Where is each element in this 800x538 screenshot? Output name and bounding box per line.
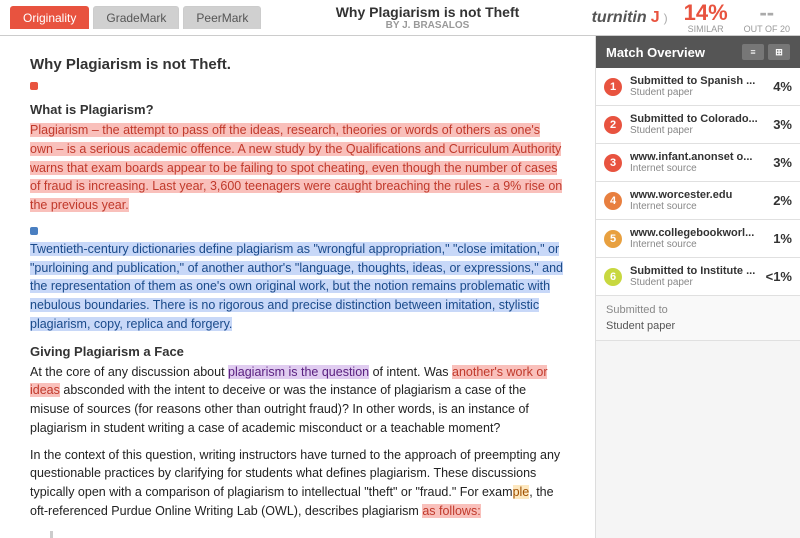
list-view-icon[interactable]: ≡ — [742, 44, 764, 60]
match-source-6: Submitted to Institute ... — [630, 265, 760, 277]
match-type-4: Internet source — [630, 201, 767, 212]
sidebar-header: Match Overview ≡ ⊞ — [596, 36, 800, 68]
match-num-5: 5 — [604, 230, 622, 248]
sidebar-title: Match Overview — [606, 45, 705, 60]
match-type-2: Student paper — [630, 125, 767, 136]
match-info-2: Submitted to Colorado... Student paper — [630, 113, 767, 136]
section-heading-face: Giving Plagiarism a Face — [30, 344, 565, 359]
submitted-to-value: Student paper — [606, 320, 790, 332]
match-num-4: 4 — [604, 192, 622, 210]
sidebar: Match Overview ≡ ⊞ 1 Submitted to Spanis… — [595, 36, 800, 538]
tab-grademark[interactable]: GradeMark — [93, 6, 179, 29]
para-3: At the core of any discussion about plag… — [30, 363, 565, 438]
match-num-1: 1 — [604, 78, 622, 96]
tab-peermark[interactable]: PeerMark — [183, 6, 261, 29]
match-num-3: 3 — [604, 154, 622, 172]
tab-originality[interactable]: Originality — [10, 6, 89, 29]
match-type-3: Internet source — [630, 163, 767, 174]
para-1: Plagiarism – the attempt to pass off the… — [30, 121, 565, 215]
section-heading-plagiarism: What is Plagiarism? — [30, 102, 565, 117]
para-4: In the context of this question, writing… — [30, 446, 565, 521]
highlight-example: ple — [513, 485, 530, 499]
match-pct-2: 3% — [773, 117, 792, 132]
match-source-3: www.infant.anonset o... — [630, 151, 767, 163]
match-source-1: Submitted to Spanish ... — [630, 75, 767, 87]
marker-1 — [30, 82, 38, 90]
turnitin-logo: turnitin — [592, 9, 647, 27]
document-pane: Why Plagiarism is not Theft. What is Pla… — [0, 36, 595, 538]
match-item-3[interactable]: 3 www.infant.anonset o... Internet sourc… — [596, 144, 800, 182]
highlight-para1-start: Plagiarism – the attempt to pass off the… — [30, 123, 562, 212]
match-pct-3: 3% — [773, 155, 792, 170]
match-source-2: Submitted to Colorado... — [630, 113, 767, 125]
match-info-6: Submitted to Institute ... Student paper — [630, 265, 760, 288]
similarity-score: 14% — [684, 2, 728, 24]
grid-view-icon[interactable]: ⊞ — [768, 44, 790, 60]
highlight-plagiarism: plagiarism is the question — [228, 365, 369, 379]
match-item-6[interactable]: 6 Submitted to Institute ... Student pap… — [596, 258, 800, 296]
match-list: 1 Submitted to Spanish ... Student paper… — [596, 68, 800, 296]
document-author: BY J. BRASALOS — [263, 20, 591, 31]
match-pct-1: 4% — [773, 79, 792, 94]
match-info-4: www.worcester.edu Internet source — [630, 189, 767, 212]
match-item-4[interactable]: 4 www.worcester.edu Internet source 2% — [596, 182, 800, 220]
match-num-2: 2 — [604, 116, 622, 134]
submitted-to-section: Submitted to Student paper — [596, 296, 800, 341]
out-of-label: OUT OF 20 — [744, 24, 790, 34]
para-2: Twentieth-century dictionaries define pl… — [30, 240, 565, 334]
document-title: Why Plagiarism is not Theft — [263, 4, 591, 20]
marker-2 — [30, 227, 38, 235]
similarity-label: SIMILAR — [688, 24, 724, 34]
match-item-2[interactable]: 2 Submitted to Colorado... Student paper… — [596, 106, 800, 144]
match-source-4: www.worcester.edu — [630, 189, 767, 201]
blockquote: There are some actions that can almost u… — [50, 531, 545, 538]
match-info-1: Submitted to Spanish ... Student paper — [630, 75, 767, 98]
highlight-follows: as follows: — [422, 504, 480, 518]
doc-main-title: Why Plagiarism is not Theft. — [30, 56, 565, 73]
match-source-5: www.collegebookworl... — [630, 227, 767, 239]
match-info-5: www.collegebookworl... Internet source — [630, 227, 767, 250]
match-type-6: Student paper — [630, 277, 760, 288]
match-pct-6: <1% — [766, 269, 792, 284]
match-item-1[interactable]: 1 Submitted to Spanish ... Student paper… — [596, 68, 800, 106]
match-type-5: Internet source — [630, 239, 767, 250]
match-pct-4: 2% — [773, 193, 792, 208]
match-num-6: 6 — [604, 268, 622, 286]
highlight-para2: Twentieth-century dictionaries define pl… — [30, 242, 563, 331]
match-type-1: Student paper — [630, 87, 767, 98]
match-info-3: www.infant.anonset o... Internet source — [630, 151, 767, 174]
match-item-5[interactable]: 5 www.collegebookworl... Internet source… — [596, 220, 800, 258]
match-pct-5: 1% — [773, 231, 792, 246]
submitted-to-label: Submitted to — [606, 304, 790, 316]
out-of-score: -- — [759, 2, 774, 24]
